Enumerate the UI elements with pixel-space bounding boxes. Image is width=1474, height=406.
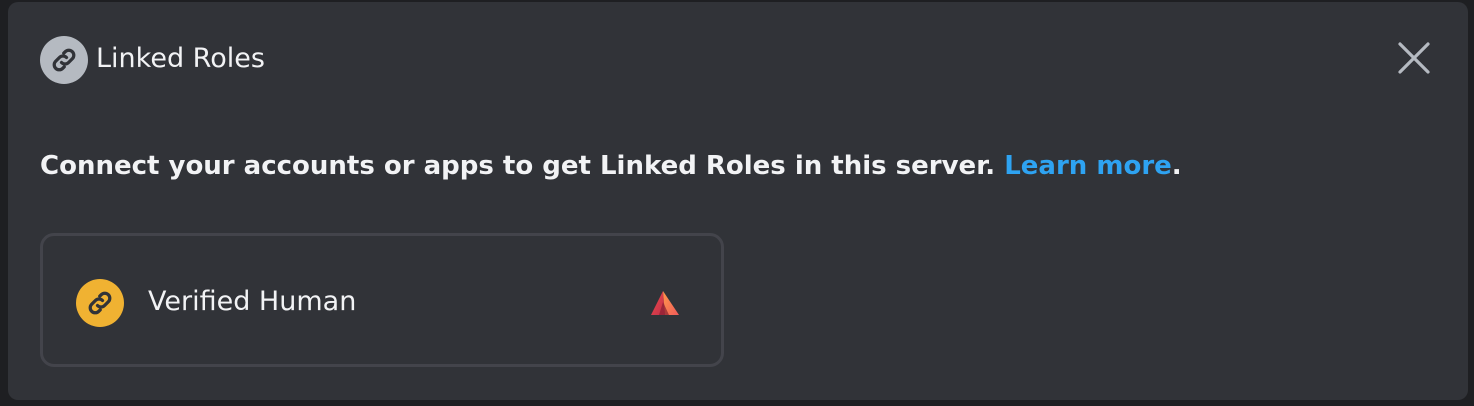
learn-more-link[interactable]: Learn more: [1004, 151, 1172, 181]
app-logo-icon: [649, 290, 681, 316]
close-icon: [1398, 42, 1430, 74]
description-body: Connect your accounts or apps to get Lin…: [40, 151, 1005, 181]
role-link-icon: [76, 279, 124, 327]
linked-roles-modal: Linked Roles Connect your accounts or ap…: [8, 2, 1468, 400]
description-text: Connect your accounts or apps to get Lin…: [40, 146, 1182, 186]
linked-role-card[interactable]: Verified Human: [40, 233, 724, 367]
close-button[interactable]: [1394, 38, 1434, 78]
description-suffix: .: [1171, 151, 1182, 181]
link-icon: [40, 36, 88, 84]
modal-title: Linked Roles: [96, 43, 265, 74]
role-label: Verified Human: [148, 286, 357, 317]
